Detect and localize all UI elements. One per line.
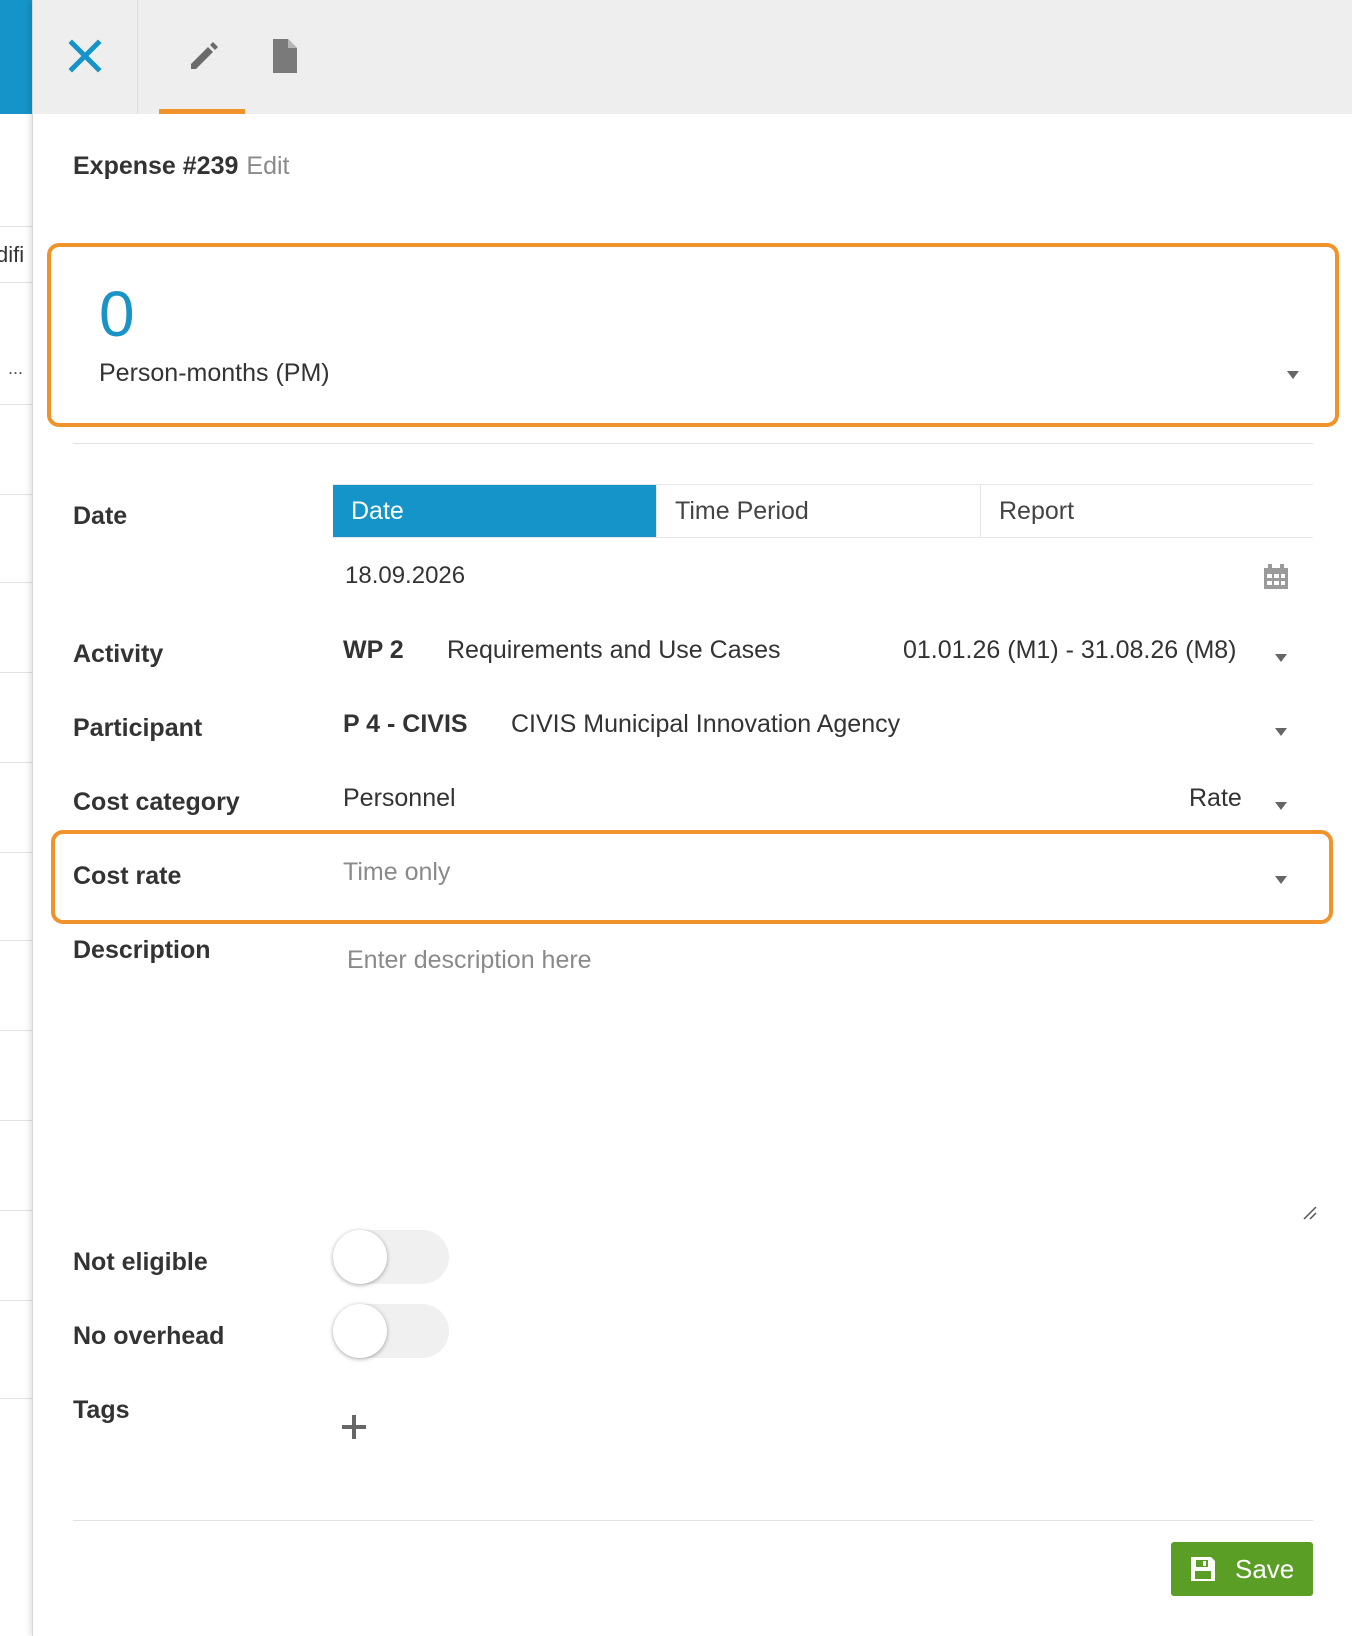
title-mode: Edit (246, 152, 290, 180)
background-divider (0, 1120, 32, 1121)
page-title: Expense #239 Edit (73, 152, 290, 181)
background-divider (0, 852, 32, 853)
background-divider (0, 672, 32, 673)
footer-divider (73, 1520, 1313, 1521)
cost-rate-label: Cost rate (73, 862, 182, 890)
not-eligible-label: Not eligible (73, 1248, 208, 1276)
background-divider (0, 282, 32, 283)
toggle-knob (333, 1304, 387, 1358)
activity-name: Requirements and Use Cases (447, 636, 781, 664)
background-header-accent (0, 0, 32, 114)
background-divider (0, 1300, 32, 1301)
save-label: Save (1235, 1554, 1295, 1584)
panel-toolbar (33, 0, 1352, 114)
not-eligible-toggle[interactable] (333, 1230, 449, 1284)
tab-edit[interactable] (159, 30, 245, 114)
description-label: Description (73, 936, 211, 964)
activity-period: 01.01.26 (M1) - 31.08.26 (M8) (903, 636, 1237, 664)
close-icon (68, 39, 102, 73)
tags-label: Tags (73, 1396, 130, 1424)
background-divider (0, 1398, 32, 1399)
cost-rate-value: Time only (343, 858, 451, 886)
cost-rate-select[interactable]: Time only (333, 850, 1323, 900)
activity-label: Activity (73, 640, 164, 668)
pencil-icon (191, 42, 218, 69)
calendar-icon[interactable] (1261, 562, 1291, 592)
participant-label: Participant (73, 714, 203, 742)
background-divider (0, 582, 32, 583)
toolbar-divider (137, 0, 138, 114)
chevron-down-icon[interactable] (1275, 876, 1287, 884)
tab-document[interactable] (263, 34, 307, 78)
background-column-header: difi (0, 242, 25, 267)
expense-title: Expense #239 (73, 152, 239, 180)
participant-select[interactable]: P 4 - CIVIS CIVIS Municipal Innovation A… (333, 702, 1323, 752)
chevron-down-icon[interactable] (1275, 802, 1287, 810)
background-divider (0, 1030, 32, 1031)
background-divider (0, 1210, 32, 1211)
tab-active-indicator (159, 109, 245, 114)
expense-edit-panel: Expense #239 Edit 0 Person-months (PM) Da… (32, 0, 1352, 1636)
background-divider (0, 940, 32, 941)
cost-category-select[interactable]: Personnel Rate (333, 776, 1323, 826)
close-button[interactable] (63, 34, 107, 78)
add-tag-button[interactable] (339, 1412, 369, 1442)
participant-name: CIVIS Municipal Innovation Agency (511, 710, 901, 738)
date-mode-time-period[interactable]: Time Period (657, 485, 981, 537)
toggle-knob (333, 1230, 387, 1284)
background-divider (0, 226, 32, 227)
background-row-text: ... (8, 358, 24, 378)
date-label: Date (73, 502, 128, 530)
date-input[interactable]: 18.09.2026 (345, 562, 465, 590)
no-overhead-toggle[interactable] (333, 1304, 449, 1358)
date-mode-toggle: Date Time Period Report (333, 484, 1313, 538)
cost-category-label: Cost category (73, 788, 240, 816)
chevron-down-icon[interactable] (1275, 728, 1287, 736)
background-divider (0, 494, 32, 495)
description-input[interactable] (335, 936, 1345, 1226)
background-divider (0, 404, 32, 405)
date-mode-report[interactable]: Report (981, 485, 1313, 537)
cost-category-type: Rate (1189, 784, 1242, 812)
date-mode-date[interactable]: Date (333, 485, 657, 537)
plus-icon (342, 1415, 366, 1439)
background-page: difi ... (0, 0, 32, 1636)
chevron-down-icon[interactable] (1275, 654, 1287, 662)
quantity-unit: Person-months (PM) (99, 359, 330, 387)
participant-code: P 4 - CIVIS (343, 710, 468, 738)
background-divider (0, 762, 32, 763)
no-overhead-label: No overhead (73, 1322, 225, 1350)
document-icon (273, 39, 297, 73)
save-button[interactable]: Save (1171, 1542, 1313, 1596)
activity-select[interactable]: WP 2 Requirements and Use Cases 01.01.26… (333, 628, 1323, 678)
activity-code: WP 2 (343, 636, 404, 664)
divider (73, 443, 1313, 444)
quantity-selector[interactable]: 0 Person-months (PM) (47, 243, 1339, 427)
chevron-down-icon[interactable] (1287, 371, 1299, 379)
cost-category-value: Personnel (343, 784, 456, 812)
quantity-value[interactable]: 0 (99, 277, 135, 351)
floppy-disk-icon (1191, 1557, 1215, 1581)
resize-grip-icon[interactable] (1301, 1204, 1319, 1222)
